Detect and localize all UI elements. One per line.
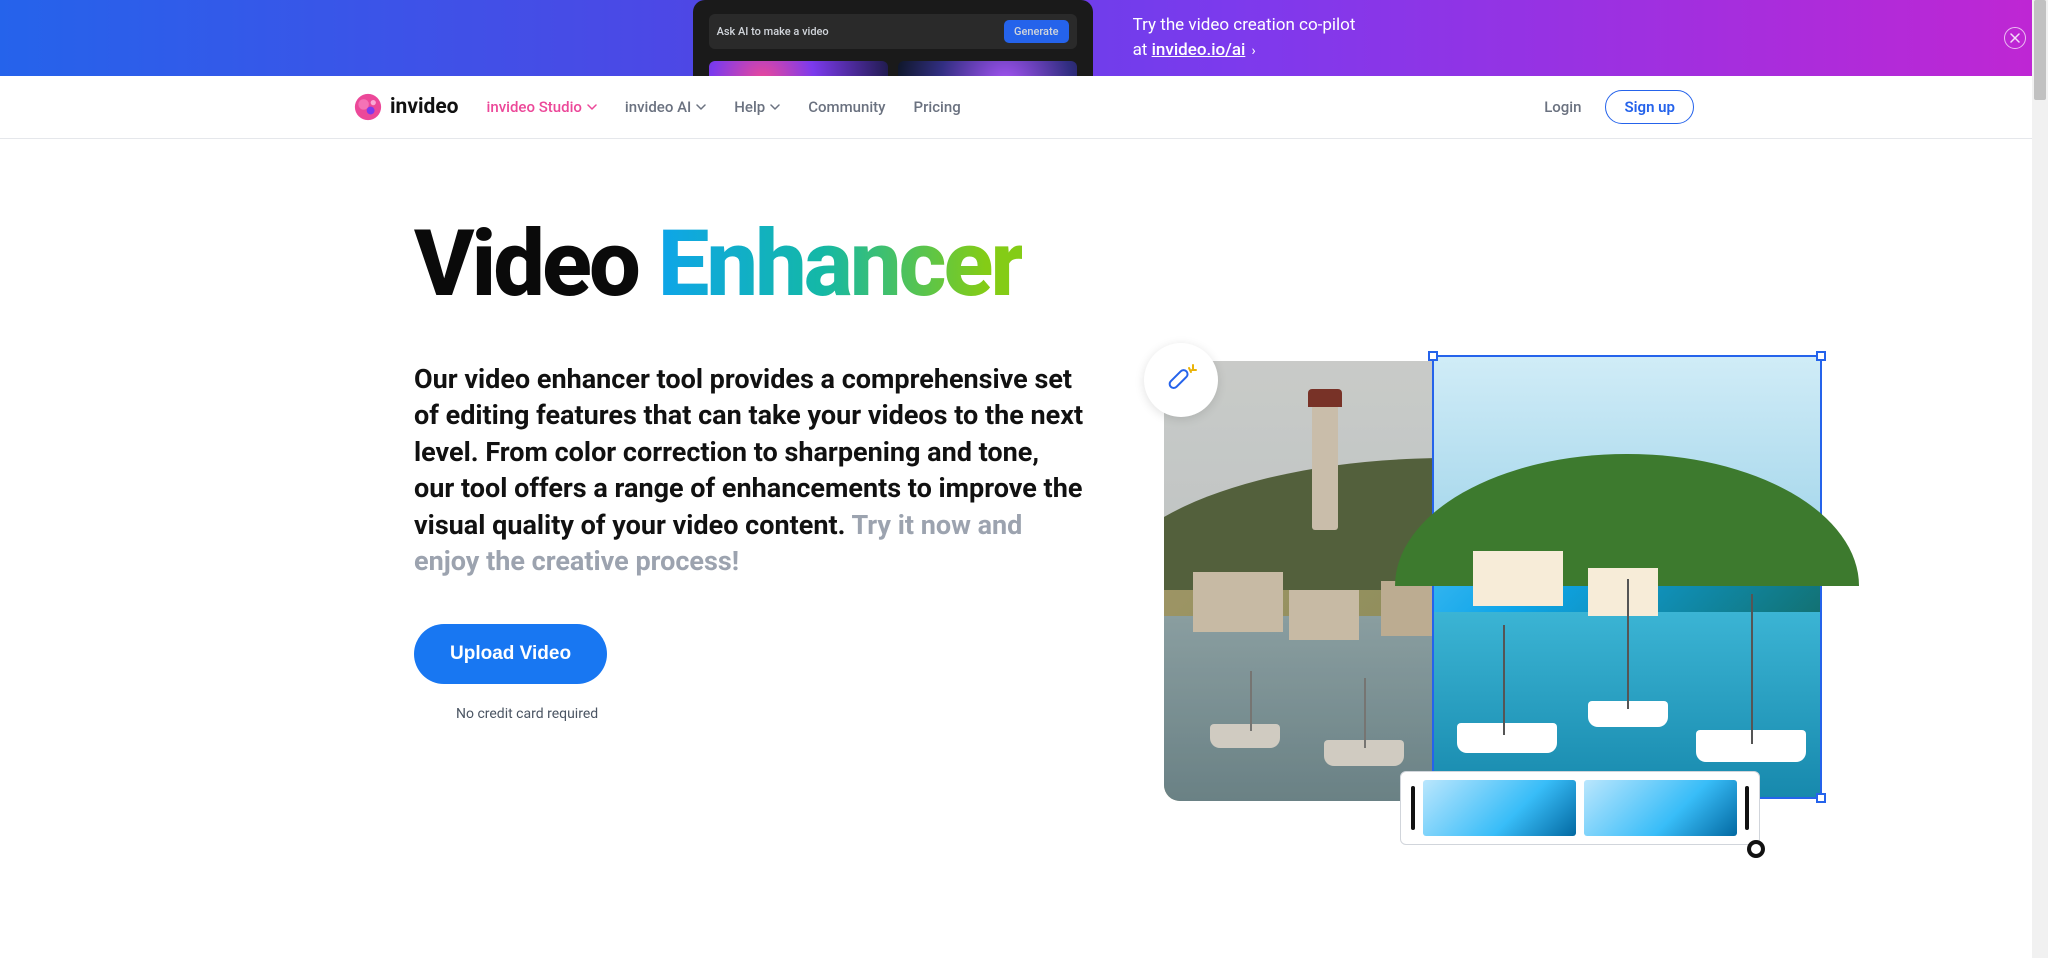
nav-invideo-ai[interactable]: invideo AI: [625, 98, 706, 116]
logo-text: invideo: [390, 95, 459, 119]
promo-mock-preview: Ask AI to make a video Generate: [693, 0, 1093, 76]
timeline-frame: [1584, 780, 1737, 836]
chevron-down-icon: [696, 102, 706, 112]
close-icon: [2010, 33, 2020, 43]
nav-invideo-studio[interactable]: invideo Studio: [487, 98, 597, 116]
selection-handle[interactable]: [1816, 351, 1826, 361]
promo-line2-prefix: at: [1133, 40, 1152, 60]
promo-link[interactable]: invideo.io/ai: [1152, 40, 1246, 60]
login-link[interactable]: Login: [1544, 98, 1581, 116]
title-part-1: Video: [414, 211, 658, 318]
video-timeline[interactable]: [1400, 771, 1760, 845]
chevron-right-icon: ›: [1252, 43, 1256, 59]
page-title: Video Enhancer: [414, 219, 1634, 311]
hero-description: Our video enhancer tool provides a compr…: [414, 361, 1084, 580]
chevron-down-icon: [770, 102, 780, 112]
promo-text: Try the video creation co-pilot at invid…: [1133, 13, 1356, 64]
hero-section: Video Enhancer Our video enhancer tool p…: [354, 139, 1694, 901]
promo-line-1: Try the video creation co-pilot: [1133, 13, 1356, 39]
nav-pricing[interactable]: Pricing: [914, 98, 961, 116]
timeline-handle-left[interactable]: [1411, 786, 1415, 830]
nav-community[interactable]: Community: [808, 98, 885, 116]
selection-handle[interactable]: [1428, 351, 1438, 361]
promo-mock-thumb: [898, 61, 1077, 76]
promo-mock-generate-button: Generate: [1004, 20, 1069, 43]
promo-banner: Ask AI to make a video Generate Try the …: [0, 0, 2048, 76]
selection-handle[interactable]: [1816, 793, 1826, 803]
magic-wand-badge: [1144, 343, 1218, 417]
nav-label: Help: [734, 98, 765, 116]
hero-left-column: Our video enhancer tool provides a compr…: [414, 361, 1084, 722]
chevron-down-icon: [587, 102, 597, 112]
timeline-handle-right[interactable]: [1745, 786, 1749, 830]
title-part-2: Enhancer: [658, 211, 1022, 318]
magic-wand-icon: [1163, 362, 1199, 398]
close-promo-button[interactable]: [2004, 27, 2026, 49]
upload-video-button[interactable]: Upload Video: [414, 624, 607, 684]
nav-label: Pricing: [914, 98, 961, 116]
nav-label: Community: [808, 98, 885, 116]
signup-button[interactable]: Sign up: [1605, 90, 1694, 124]
page-scrollbar[interactable]: [2032, 0, 2048, 958]
promo-mock-input-row: Ask AI to make a video Generate: [709, 14, 1077, 49]
nav-label: invideo AI: [625, 98, 691, 116]
promo-line-2: at invideo.io/ai ›: [1133, 38, 1356, 64]
promo-mock-thumb: [709, 61, 888, 76]
no-credit-card-note: No credit card required: [456, 706, 1084, 722]
promo-mock-thumbnails: [709, 61, 1077, 76]
promo-mock-label: Ask AI to make a video: [717, 25, 829, 38]
logo-icon: [354, 93, 382, 121]
main-nav: invideo Studio invideo AI Help Community…: [487, 98, 961, 116]
after-image-selection[interactable]: [1432, 355, 1822, 799]
logo[interactable]: invideo: [354, 93, 459, 121]
timeline-frame: [1423, 780, 1576, 836]
header: invideo invideo Studio invideo AI Help C…: [0, 76, 2048, 139]
hero-illustration: [1164, 361, 1764, 861]
nav-label: invideo Studio: [487, 98, 582, 116]
cursor-icon: [1746, 839, 1774, 867]
nav-help[interactable]: Help: [734, 98, 780, 116]
scrollbar-thumb[interactable]: [2034, 0, 2046, 100]
